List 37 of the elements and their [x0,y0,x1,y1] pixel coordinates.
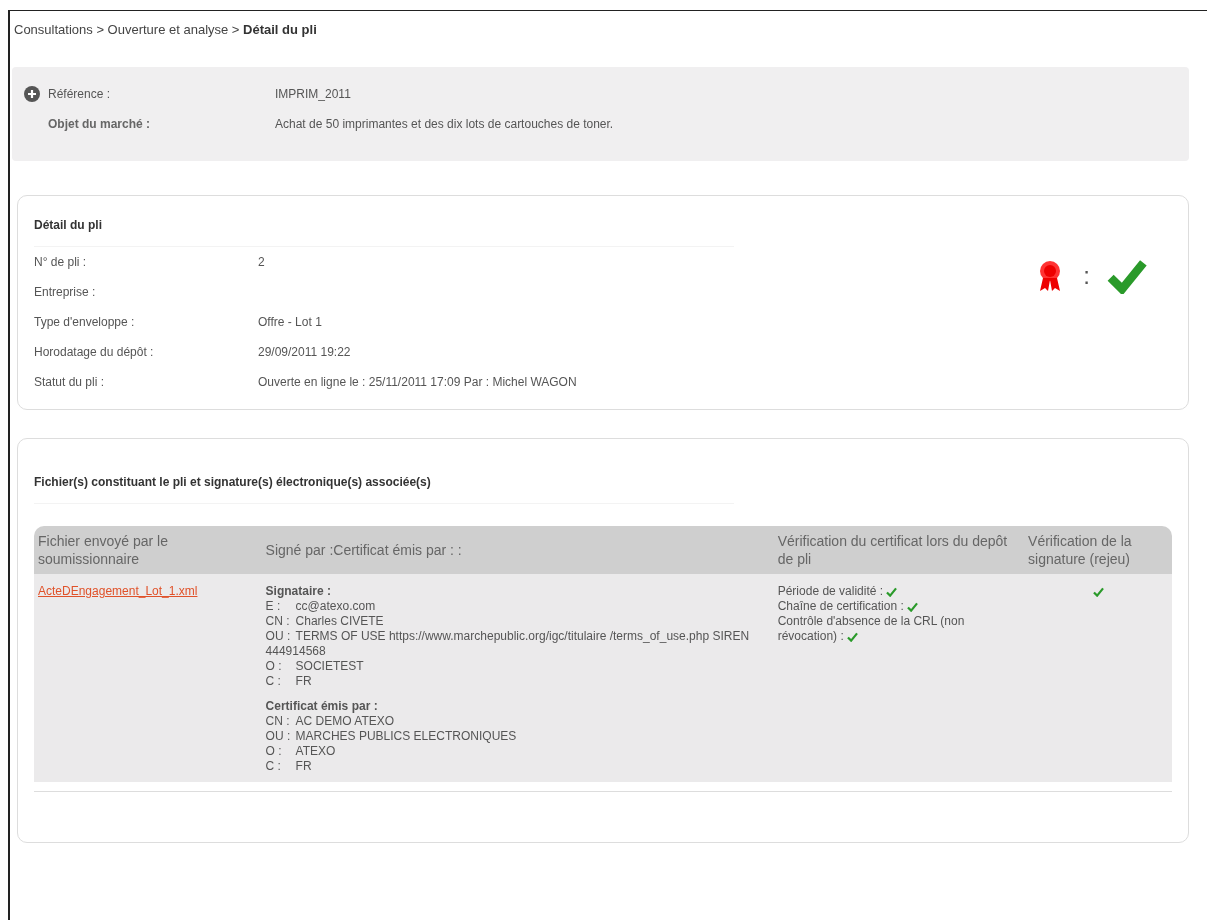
certificate-line: CN : Charles CIVETE [265,613,385,629]
column-header: Signé par :Certificat émis par : : [261,525,774,574]
field-label: Statut du pli : [34,374,105,389]
file-link[interactable]: ActeDEngagement_Lot_1.xml [38,583,198,598]
section-title: Fichier(s) constituant le pli et signature(s) électronique(s) associée(s) [34,464,734,504]
column-header: Vérification de la signature (rejeu) [1024,525,1172,574]
field-value: Ouverte en ligne le : 25/11/2011 17:09 Par : Michel WAGON [258,373,577,391]
certificate-line: OU : MARCHES PUBLICS ELECTRONIQUES [265,728,518,744]
breadcrumb: Consultations > Ouverture et analyse > Détail du pli [13,21,318,39]
field-label: Entreprise : [34,284,96,299]
check-label: Chaîne de certification : [777,598,919,613]
field-label: N° de pli : [34,254,87,269]
certificate-line: O : SOCIETEST [265,658,365,674]
field-label: Objet du marché : [48,116,151,131]
certificate-line: E : cc@atexo.com [265,598,377,614]
column-header: Vérification du certificat lors du depôt de pli [773,525,1025,574]
field-label: Type d'enveloppe : [34,314,135,329]
field-value: 29/09/2011 19:22 [258,343,351,361]
block-title: Certificat émis par : [265,698,379,714]
field-value: IMPRIM_2011 [275,85,351,103]
expand-icon[interactable] [24,85,40,102]
column-header: Fichier envoyé par le soumissionnaire [34,525,262,574]
certificate-line: CN : AC DEMO ATEXO [265,713,396,729]
field-value: 2 [258,253,265,271]
check-label: Contrôle d'absence de la CRL (non révocation) : [777,613,965,643]
check-label: Période de validité : [777,583,898,598]
field-value: Achat de 50 imprimantes et des dix lots de cartouches de toner. [275,115,614,133]
section-title: Détail du pli [34,207,734,247]
field-label: Référence : [48,86,111,101]
certificate-line: O : ATEXO [265,743,337,759]
field-label: Horodatage du dépôt : [34,344,154,359]
certificate-line: C : FR [265,673,313,689]
separator-text: : [1083,260,1090,291]
field-value: Offre - Lot 1 [258,313,322,331]
certificate-line: C : FR [265,758,313,774]
certificate-line: OU : TERMS OF USE https://www.marchepublic.org/igc/titulaire /terms_of_use.php SIREN 444914568 [265,628,751,659]
block-title: Signataire : [265,583,332,599]
